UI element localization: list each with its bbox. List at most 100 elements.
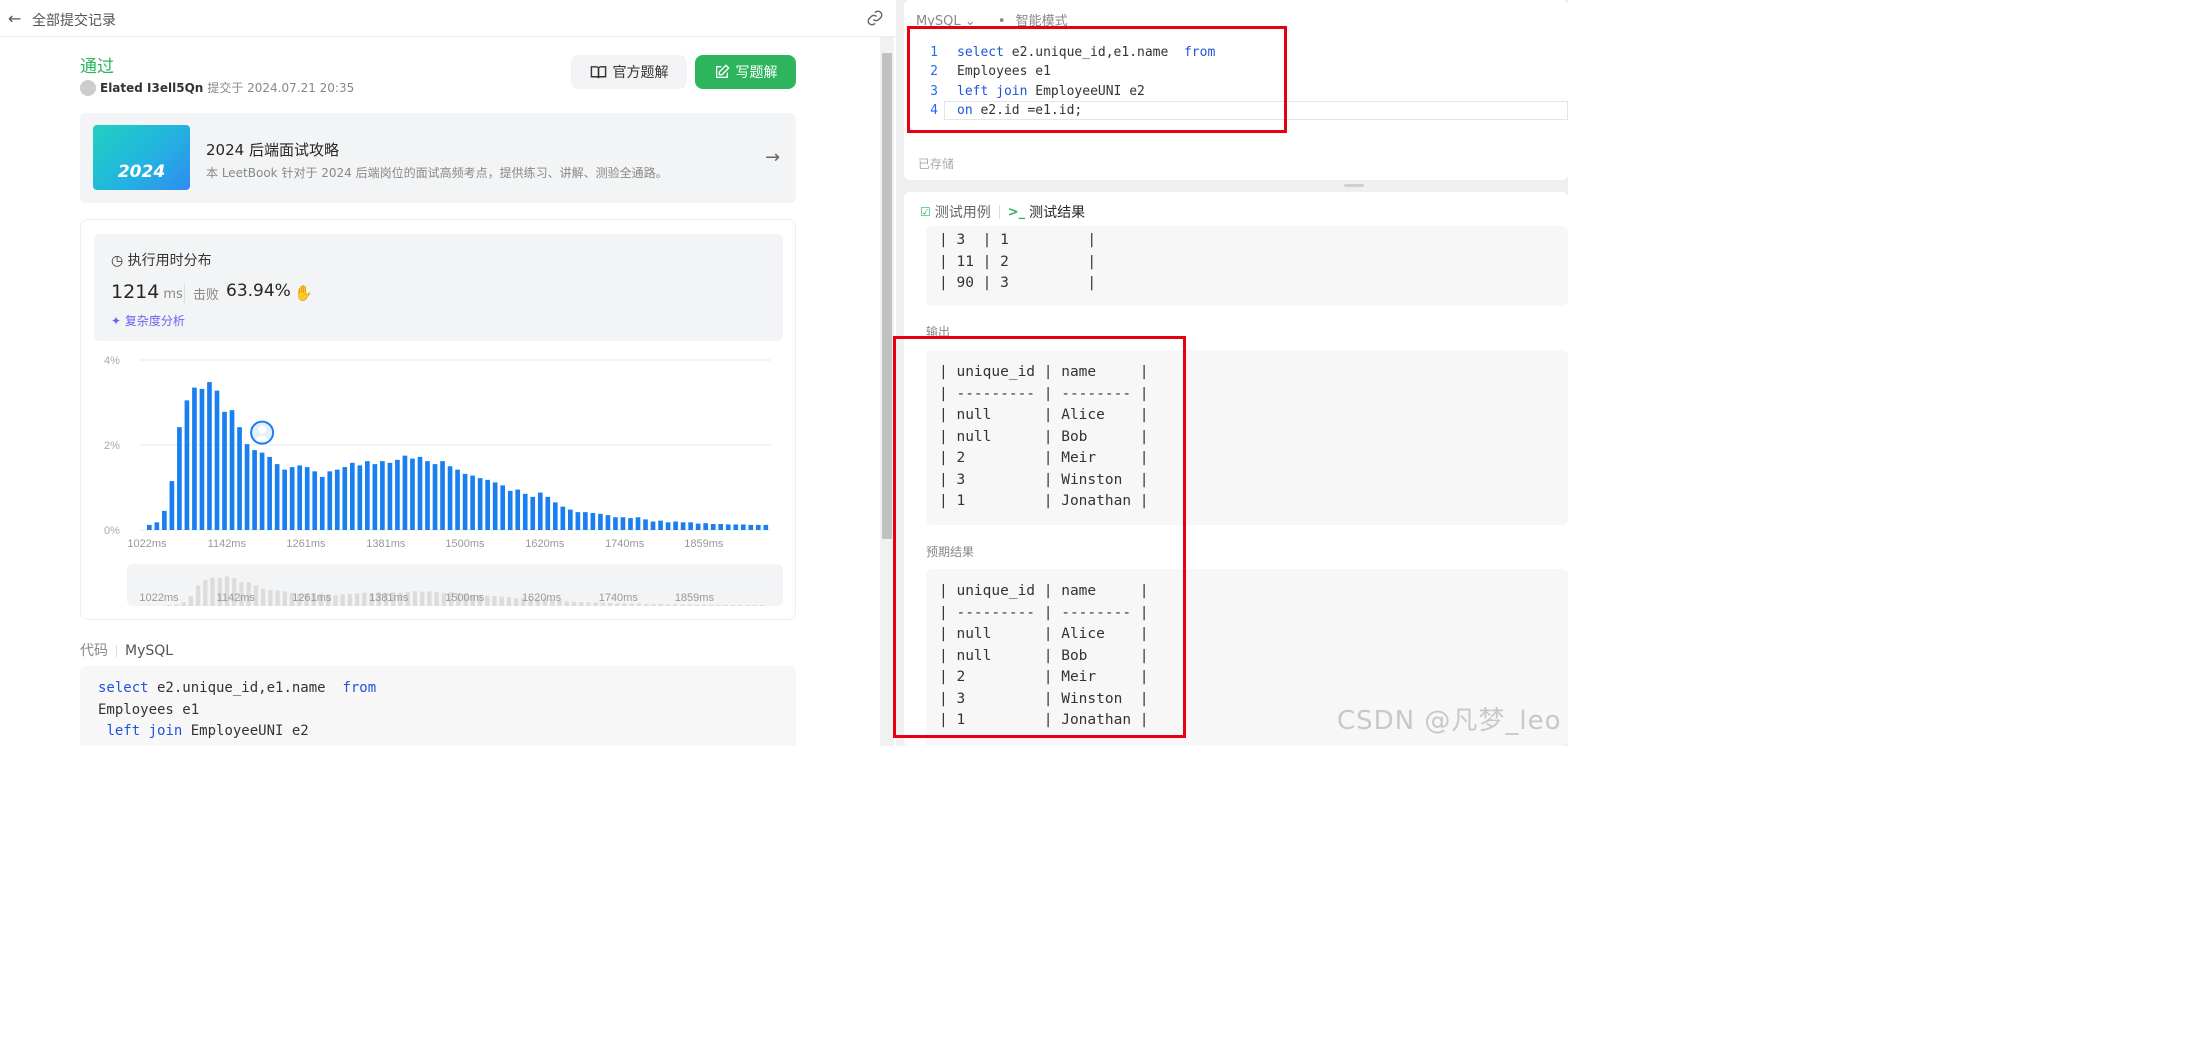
resize-handle[interactable]	[1344, 184, 1364, 187]
histogram-bar[interactable]	[222, 411, 227, 530]
histogram-bar[interactable]	[620, 517, 626, 530]
histogram-bar[interactable]	[755, 524, 761, 530]
histogram-bar[interactable]	[252, 450, 257, 530]
histogram-bar[interactable]	[417, 456, 423, 530]
histogram-bar[interactable]	[695, 523, 701, 530]
histogram-bar[interactable]	[319, 476, 325, 530]
histogram-bar[interactable]	[304, 467, 310, 530]
histogram-bar[interactable]	[380, 461, 385, 530]
histogram-bar[interactable]	[673, 521, 678, 531]
histogram-bar[interactable]	[357, 465, 363, 530]
histogram-bar[interactable]	[162, 510, 167, 530]
histogram-bar[interactable]	[470, 475, 475, 530]
official-solution-button[interactable]: 官方题解	[571, 55, 687, 89]
histogram-bar[interactable]	[440, 461, 445, 530]
histogram-bar[interactable]	[402, 455, 408, 530]
write-solution-button[interactable]: 写题解	[695, 55, 796, 89]
tab-testcase[interactable]: ☑ 测试用例	[920, 202, 991, 222]
back-arrow-icon[interactable]: ←	[8, 9, 21, 28]
histogram-bar[interactable]	[740, 524, 746, 530]
histogram-bar[interactable]	[395, 459, 400, 530]
histogram-bar[interactable]	[583, 512, 588, 530]
histogram-bar[interactable]	[147, 524, 152, 530]
histogram-bar[interactable]	[267, 456, 272, 530]
histogram-bar[interactable]	[628, 518, 633, 530]
histogram-bar[interactable]	[537, 492, 543, 530]
histogram-bar[interactable]	[605, 515, 611, 530]
histogram-bar[interactable]	[169, 481, 175, 530]
histogram-bar[interactable]	[282, 469, 287, 530]
histogram-bar[interactable]	[297, 465, 303, 530]
histogram-bar[interactable]	[658, 520, 663, 530]
histogram-bar[interactable]	[455, 469, 460, 530]
histogram-bar[interactable]	[545, 496, 551, 530]
histogram-bar[interactable]	[410, 458, 415, 530]
histogram-bar[interactable]	[515, 489, 521, 530]
histogram-bar[interactable]	[177, 427, 182, 530]
histogram-bar[interactable]	[184, 400, 190, 530]
histogram-bar[interactable]	[748, 524, 754, 530]
histogram-bar[interactable]	[507, 490, 513, 530]
histogram-bar[interactable]	[650, 521, 656, 531]
leetbook-banner[interactable]: 2024 2024 后端面试攻略 本 LeetBook 针对于 2024 后端岗…	[80, 113, 796, 203]
histogram-bar[interactable]	[274, 464, 280, 530]
username[interactable]: Elated I3ell5Qn	[100, 81, 203, 95]
smart-mode-toggle[interactable]: 智能模式	[1016, 14, 1068, 29]
arrow-right-icon[interactable]: →	[765, 147, 780, 168]
histogram-bar[interactable]	[425, 461, 430, 530]
histogram-bar[interactable]	[530, 496, 536, 530]
histogram-bar[interactable]	[763, 524, 769, 530]
histogram-bar[interactable]	[500, 485, 506, 530]
histogram-bar[interactable]	[462, 473, 468, 530]
histogram-bar[interactable]	[643, 519, 648, 530]
histogram-bar[interactable]	[387, 462, 393, 530]
histogram-bar[interactable]	[590, 513, 596, 530]
histogram-bar[interactable]	[568, 509, 573, 530]
all-submissions-link[interactable]: 全部提交记录	[32, 10, 116, 30]
avatar[interactable]	[80, 79, 96, 96]
histogram-bar[interactable]	[552, 502, 558, 530]
link-icon[interactable]	[866, 9, 884, 31]
histogram-bar[interactable]	[154, 522, 160, 530]
histogram-bar[interactable]	[312, 471, 318, 530]
histogram-bar[interactable]	[710, 524, 716, 530]
histogram-bar[interactable]	[192, 387, 197, 530]
histogram-bar[interactable]	[214, 390, 220, 530]
histogram-bar[interactable]	[289, 467, 295, 530]
histogram-bar[interactable]	[447, 466, 453, 530]
language-select[interactable]: MySQL ⌄	[916, 14, 976, 29]
histogram-bar[interactable]	[372, 464, 378, 530]
histogram-bar[interactable]	[207, 382, 212, 530]
histogram-bar[interactable]	[522, 493, 528, 530]
histogram-bar[interactable]	[725, 524, 731, 530]
histogram-bar[interactable]	[237, 427, 242, 530]
histogram-bar[interactable]	[703, 523, 708, 530]
histogram-bar[interactable]	[665, 522, 671, 530]
left-scrollbar[interactable]	[880, 37, 894, 746]
histogram-bar[interactable]	[365, 461, 370, 530]
histogram-bar[interactable]	[327, 471, 333, 530]
histogram-range-slider[interactable]: 1022ms 1142ms 1261ms 1381ms 1500ms 1620ms 1740…	[127, 564, 783, 606]
histogram-bar[interactable]	[432, 464, 438, 530]
histogram-bar[interactable]	[492, 482, 498, 530]
histogram-bar[interactable]	[334, 469, 340, 530]
histogram-bar[interactable]	[733, 524, 739, 530]
histogram-bar[interactable]	[485, 479, 490, 530]
histogram-bar[interactable]	[244, 444, 250, 530]
histogram-bar[interactable]	[598, 513, 603, 530]
histogram-bar[interactable]	[349, 462, 355, 530]
histogram-bar[interactable]	[635, 517, 641, 530]
histogram-bar[interactable]	[575, 512, 581, 530]
histogram-bar[interactable]	[613, 517, 618, 530]
left-scrollbar-thumb[interactable]	[882, 53, 892, 539]
histogram-bar[interactable]	[199, 388, 205, 530]
histogram-bar[interactable]	[342, 467, 348, 530]
histogram-bar[interactable]	[259, 452, 265, 530]
histogram-bar[interactable]	[560, 506, 566, 530]
runtime-histogram[interactable]: 0% 2% 4% 1022ms 1142ms 1261ms 1381ms 1500ms 1620…	[81, 220, 797, 560]
tab-test-result[interactable]: >_ 测试结果	[1008, 202, 1085, 222]
histogram-bar[interactable]	[688, 522, 693, 530]
histogram-bar[interactable]	[229, 410, 235, 530]
histogram-bar[interactable]	[477, 478, 483, 530]
code-editor[interactable]: MySQL ⌄ • 智能模式 1 select e2.unique_id,e1.n…	[904, 0, 1568, 180]
